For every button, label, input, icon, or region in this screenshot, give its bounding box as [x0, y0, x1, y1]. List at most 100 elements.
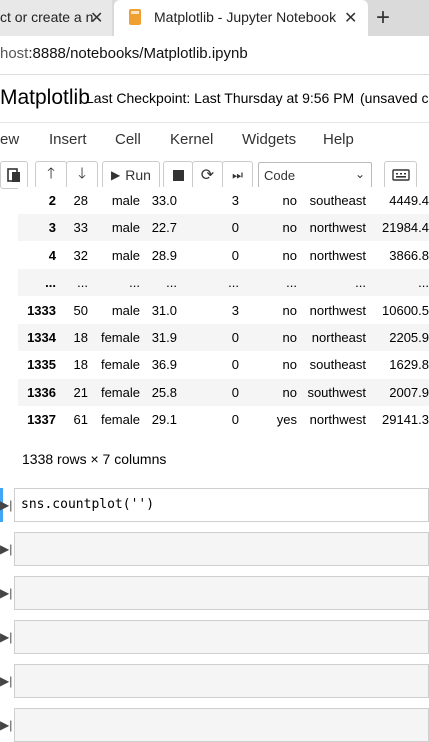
menu-insert[interactable]: Insert [49, 131, 87, 148]
table-row: 1334 18 female 31.9 0 no northeast 2205.9 [18, 324, 429, 351]
table-row: 2 28 male 33.0 3 no southeast 4449.4 [18, 187, 429, 214]
table-cell: 18 [73, 330, 88, 345]
table-cell: ... [129, 275, 140, 290]
table-cell: 22.7 [151, 220, 177, 235]
dataframe-output: 2 28 male 33.0 3 no southeast 4449.4 3 33 male 22.7… [18, 187, 429, 437]
table-cell: 0 [231, 412, 239, 427]
table-cell: 28.9 [151, 248, 177, 263]
run-cell-icon[interactable]: ▶| [0, 498, 12, 512]
table-cell: female [100, 385, 140, 400]
menu-cell[interactable]: Cell [115, 131, 141, 148]
url-host: host [0, 45, 29, 62]
address-bar[interactable]: host:8888/notebooks/Matplotlib.ipynb [0, 36, 429, 75]
code-cell[interactable]: ▶| [0, 576, 429, 610]
interrupt-button[interactable] [163, 161, 193, 189]
menu-kernel[interactable]: Kernel [170, 131, 213, 148]
unsaved-indicator: (unsaved cl [360, 90, 429, 106]
row-index: 3 [48, 220, 56, 235]
table-cell: 31.0 [151, 303, 177, 318]
code-cell[interactable]: ▶| [0, 664, 429, 698]
table-cell: 28 [73, 193, 88, 208]
close-icon[interactable]: ✕ [90, 8, 103, 28]
code-text: sns.countplot('') [21, 497, 155, 512]
table-cell: 29.1 [151, 412, 177, 427]
paste-icon [7, 168, 20, 182]
command-palette-button[interactable] [384, 161, 417, 189]
table-row: 3 33 male 22.7 0 no northwest 21984.4 [18, 214, 429, 241]
code-editor[interactable] [14, 620, 429, 654]
table-cell: male [111, 248, 140, 263]
table-cell: 33.0 [151, 193, 177, 208]
run-cell-icon[interactable]: ▶| [0, 586, 12, 600]
menu-widgets[interactable]: Widgets [242, 131, 296, 148]
table-cell: female [100, 357, 140, 372]
table-cell: 2205.9 [389, 330, 429, 345]
checkpoint-status: Last Checkpoint: Last Thursday at 9:56 P… [86, 90, 355, 106]
table-cell: female [100, 330, 140, 345]
code-editor[interactable] [14, 664, 429, 698]
table-row: 4 32 male 28.9 0 no northwest 3866.8 [18, 242, 429, 269]
chevron-down-icon: ⌄ [354, 167, 365, 181]
notebook-header: Matplotlib Last Checkpoint: Last Thursda… [0, 75, 429, 121]
row-index: 4 [48, 248, 56, 263]
new-tab-icon[interactable]: + [376, 4, 390, 32]
arrow-up-icon: 🡑 [47, 164, 55, 182]
run-cell-icon[interactable]: ▶| [0, 718, 12, 732]
code-cell[interactable]: ▶| [0, 708, 429, 742]
table-cell: 0 [231, 220, 239, 235]
table-cell: no [282, 248, 297, 263]
table-cell: 2007.9 [389, 385, 429, 400]
code-editor[interactable] [14, 708, 429, 742]
notebook-icon [129, 9, 141, 25]
browser-tab-active[interactable]: Matplotlib - Jupyter Notebook ✕ [114, 0, 368, 36]
table-cell: 3866.8 [389, 248, 429, 263]
restart-icon: ⟳ [200, 167, 215, 184]
table-cell: ... [286, 275, 297, 290]
table-cell: male [111, 193, 140, 208]
menu-bar: ew Insert Cell Kernel Widgets Help [0, 122, 429, 158]
table-cell: yes [276, 412, 297, 427]
cell-type-select[interactable]: Code ⌄ [258, 162, 372, 188]
menu-help[interactable]: Help [323, 131, 354, 148]
table-cell: southeast [309, 193, 366, 208]
table-cell: ... [77, 275, 88, 290]
code-editor[interactable]: sns.countplot('') [14, 488, 429, 522]
play-icon: ▶ [111, 168, 121, 182]
table-cell: no [282, 357, 297, 372]
table-cell: 0 [231, 248, 239, 263]
code-cell[interactable]: ▶| sns.countplot('') [0, 488, 429, 522]
table-cell: male [111, 303, 140, 318]
run-cell-icon[interactable]: ▶| [0, 630, 12, 644]
table-cell: northwest [309, 248, 366, 263]
restart-run-all-button[interactable]: ⏭ [222, 161, 253, 189]
menu-view[interactable]: ew [0, 131, 19, 148]
table-cell: 3 [231, 193, 239, 208]
run-cell-icon[interactable]: ▶| [0, 674, 12, 688]
table-cell: southwest [307, 385, 366, 400]
move-up-button[interactable]: 🡑 [35, 161, 67, 189]
code-cell[interactable]: ▶| [0, 620, 429, 654]
code-cell[interactable]: ▶| [0, 532, 429, 566]
table-cell: male [111, 220, 140, 235]
table-cell: 1629.8 [389, 357, 429, 372]
move-down-button[interactable]: 🡓 [66, 161, 98, 189]
close-icon[interactable]: ✕ [344, 8, 357, 28]
restart-button[interactable]: ⟳ [192, 161, 223, 189]
row-index: 2 [48, 193, 56, 208]
table-cell: 33 [73, 220, 88, 235]
row-index: 1335 [27, 357, 56, 372]
code-editor[interactable] [14, 576, 429, 610]
notebook-name[interactable]: Matplotlib [0, 86, 90, 110]
tab-title: Matplotlib - Jupyter Notebook [154, 9, 337, 25]
table-cell: 50 [73, 303, 88, 318]
browser-tab-inactive[interactable]: ct or create a n ✕ [0, 0, 112, 36]
table-cell: no [282, 385, 297, 400]
run-button[interactable]: ▶ Run [102, 161, 160, 189]
table-row: 1333 50 male 31.0 3 no northwest 10600.5 [18, 297, 429, 324]
code-editor[interactable] [14, 532, 429, 566]
table-cell: southeast [309, 357, 366, 372]
run-cell-icon[interactable]: ▶| [0, 542, 12, 556]
row-index: ... [45, 275, 56, 290]
run-label: Run [125, 167, 151, 183]
paste-button[interactable] [0, 161, 28, 189]
